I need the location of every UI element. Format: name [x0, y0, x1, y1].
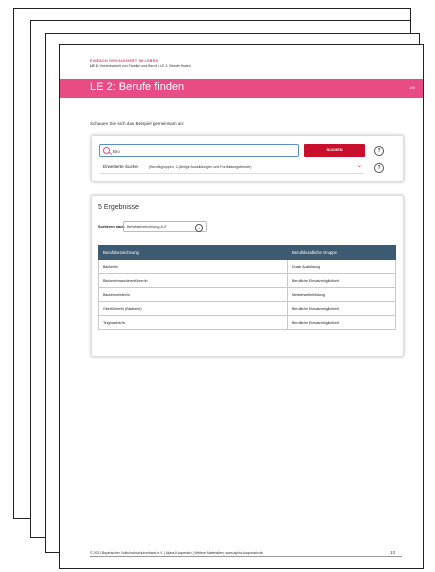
- results-heading: 5 Ergebnisse: [98, 204, 139, 211]
- results-panel: 5 Ergebnisse Sortieren nach Berufsbezeic…: [91, 195, 404, 357]
- search-panel: Bro SUCHEN ? Erweiterte Suche (Berufsgru…: [91, 135, 404, 182]
- search-value: Bro: [113, 148, 120, 154]
- series-title: EINFACH ORGANISIERT IM LEBEN: [90, 59, 159, 63]
- job-title-cell[interactable]: Bäckermeister/in: [98, 287, 288, 302]
- intro-text: Schauen Sie sich das Beispiel gemeinsam …: [90, 121, 185, 126]
- unit-code: LE 2:: [90, 64, 99, 68]
- search-icon: [103, 147, 110, 154]
- help-icon[interactable]: ?: [374, 163, 384, 173]
- column-header: Berufskundliche Gruppe: [287, 245, 396, 260]
- job-title-cell[interactable]: Teigmacher/in: [98, 315, 288, 330]
- footer-divider: [90, 556, 402, 557]
- job-group-cell: Duale Ausbildung: [287, 259, 396, 274]
- job-group-cell: Berufliche Einsatzmöglichkeit: [287, 315, 396, 330]
- table-row[interactable]: Bäckermeister/in Meisterweiterbildung: [98, 287, 396, 302]
- column-header: Berufsbezeichnung: [98, 245, 288, 260]
- job-group-cell: Berufliche Einsatzmöglichkeit: [287, 301, 396, 316]
- advanced-search-hint: (Berufsgruppen, 2-jährige Ausbildungen u…: [149, 164, 252, 169]
- sort-label: Sortieren nach: [98, 225, 125, 229]
- page-indicator: 2/4: [409, 85, 415, 90]
- table-row[interactable]: Bäcker/in Duale Ausbildung: [98, 259, 396, 274]
- search-input[interactable]: Bro: [99, 144, 299, 157]
- sort-value: Berufsbezeichnung A-Z: [127, 225, 167, 229]
- advanced-search-label: Erweiterte Suche: [103, 164, 138, 169]
- sort-select[interactable]: Berufsbezeichnung A-Z ⌄: [123, 221, 207, 232]
- table-row[interactable]: Teigmacher/in Berufliche Einsatzmöglichk…: [98, 315, 396, 330]
- search-button[interactable]: SUCHEN: [304, 144, 365, 157]
- unit-subtitle: LE 2: Vereinbarkeit von Familie und Beru…: [90, 64, 191, 68]
- page-title: LE 2: Berufe finden: [90, 81, 185, 93]
- table-row[interactable]: Oberführer/in (Bäckerei) Berufliche Eins…: [98, 301, 396, 316]
- job-group-cell: Meisterweiterbildung: [287, 287, 396, 302]
- page-number: 13: [390, 550, 395, 555]
- page-banner: LE 2: Berufe finden 2/4: [60, 79, 423, 98]
- help-icon[interactable]: ?: [374, 146, 384, 156]
- job-title-cell[interactable]: Oberführer/in (Bäckerei): [98, 301, 288, 316]
- table-row[interactable]: Bäckereimaschinenführer/in Berufliche Ei…: [98, 273, 396, 288]
- advanced-search-toggle[interactable]: Erweiterte Suche (Berufsgruppen, 2-jähri…: [99, 161, 364, 174]
- chevron-down-icon: ⌄: [195, 223, 203, 232]
- job-title-cell[interactable]: Bäcker/in: [98, 259, 288, 274]
- footer-text: © 2021 Bayerischer Volkshochschulverband…: [90, 551, 264, 555]
- unit-text: Vereinbarkeit von Familie und Beruf • LE…: [99, 64, 191, 68]
- chevron-down-icon: ⌄: [356, 163, 362, 169]
- job-group-cell: Berufliche Einsatzmöglichkeit: [287, 273, 396, 288]
- job-title-cell[interactable]: Bäckereimaschinenführer/in: [98, 273, 288, 288]
- results-table: Berufsbezeichnung Berufskundliche Gruppe…: [98, 245, 396, 330]
- table-header-row: Berufsbezeichnung Berufskundliche Gruppe: [98, 245, 396, 260]
- worksheet-page: EINFACH ORGANISIERT IM LEBEN LE 2: Verei…: [59, 44, 424, 569]
